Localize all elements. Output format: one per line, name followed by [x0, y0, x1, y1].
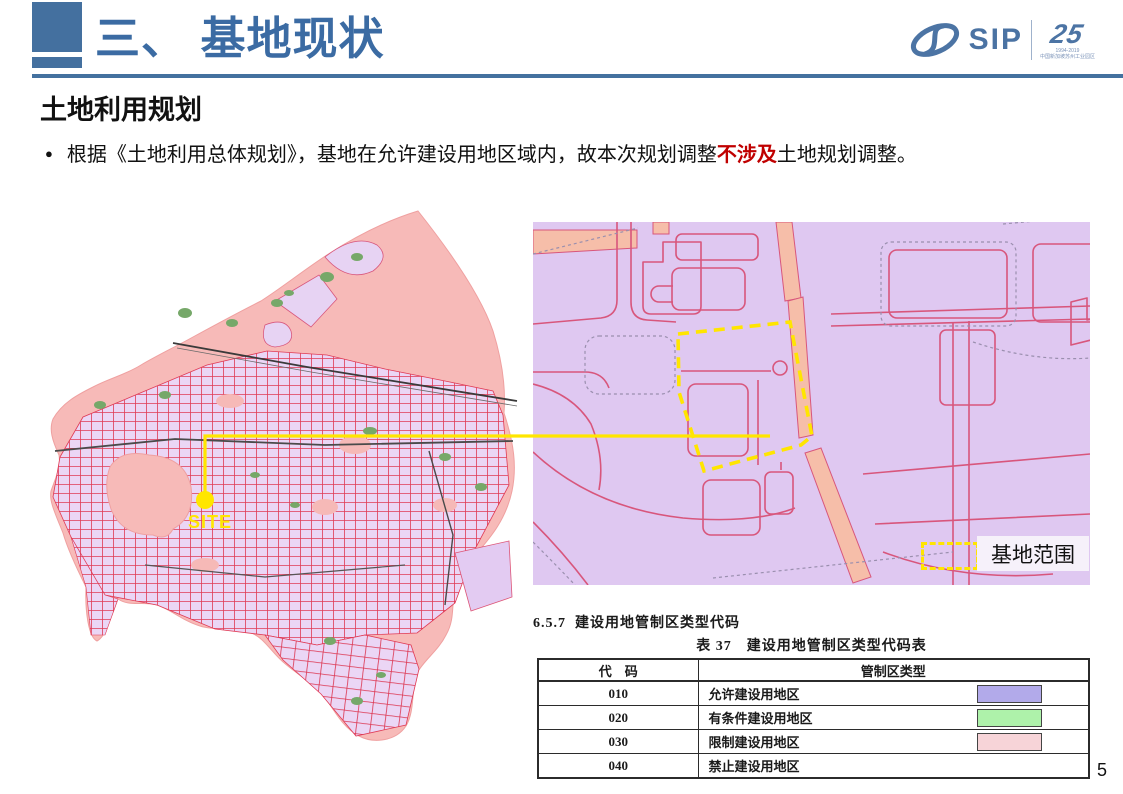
table-row: 010允许建设用地区 — [538, 681, 1089, 706]
page-number: 5 — [1097, 760, 1107, 781]
col-header-type: 管制区类型 — [698, 659, 1089, 681]
type-cell: 允许建设用地区 — [698, 681, 1089, 706]
bullet-text-before: 根据《土地利用总体规划》，基地在允许建设用地区域内，故本次规划调整 — [67, 144, 717, 166]
code-cell: 020 — [538, 706, 698, 730]
type-cell: 限制建设用地区 — [698, 730, 1089, 754]
overview-landuse-map — [25, 205, 518, 750]
fan-patch-3 — [263, 322, 291, 347]
pink-inlier-1 — [216, 394, 244, 408]
site-boundary-label: 基地范围 — [977, 536, 1089, 571]
purple-patch — [455, 541, 512, 611]
sip-logo: SIP 25 1994-2019 中国新加坡苏州工业园区 — [909, 14, 1095, 66]
sip-swoosh-icon — [909, 19, 961, 61]
code-cell: 040 — [538, 754, 698, 779]
code-section-line: 6.5.7 建设用地管制区类型代码 — [533, 612, 740, 632]
col-header-code: 代 码 — [538, 659, 698, 681]
site-label: SITE — [180, 512, 240, 533]
anniversary-25: 25 — [1049, 21, 1087, 48]
anniversary-mark: 25 1994-2019 中国新加坡苏州工业园区 — [1040, 21, 1095, 60]
bullet-paragraph: ● 根据《土地利用总体规划》，基地在允许建设用地区域内，故本次规划调整不涉及土地规… — [45, 138, 1085, 167]
slide-title: 三、 基地现状 — [95, 2, 385, 67]
site-boundary-swatch — [921, 542, 979, 570]
type-cell: 有条件建设用地区 — [698, 706, 1089, 730]
code-section-no: 6.5.7 — [533, 616, 566, 631]
title-accent-bar — [32, 57, 82, 68]
table-row: 020有条件建设用地区 — [538, 706, 1089, 730]
code-table: 代 码 管制区类型 010允许建设用地区020有条件建设用地区030限制建设用地… — [537, 658, 1090, 779]
code-cell: 030 — [538, 730, 698, 754]
table-row: 040禁止建设用地区 — [538, 754, 1089, 779]
bullet-marker: ● — [45, 146, 53, 161]
anniversary-org: 中国新加坡苏州工业园区 — [1040, 55, 1095, 60]
section-heading: 土地利用规划 — [40, 88, 202, 127]
pink-inlier-3 — [312, 499, 338, 515]
anniversary-years: 1994-2019 — [1056, 49, 1080, 54]
code-section-title: 建设用地管制区类型代码 — [575, 616, 740, 631]
bullet-emphasis: 不涉及 — [717, 144, 777, 166]
sip-wordmark: SIP — [969, 23, 1023, 57]
type-color-swatch — [977, 709, 1042, 727]
logo-divider — [1031, 20, 1032, 60]
bullet-text-after: 土地规划调整。 — [777, 144, 917, 166]
table-caption: 表 37 建设用地管制区类型代码表 — [533, 635, 1090, 655]
table-row: 030限制建设用地区 — [538, 730, 1089, 754]
type-cell: 禁止建设用地区 — [698, 754, 1089, 779]
title-underline — [32, 74, 1123, 78]
type-color-swatch — [977, 733, 1042, 751]
type-color-swatch — [977, 685, 1042, 703]
code-cell: 010 — [538, 681, 698, 706]
title-accent-square — [32, 2, 82, 52]
detail-landuse-map — [533, 222, 1090, 585]
